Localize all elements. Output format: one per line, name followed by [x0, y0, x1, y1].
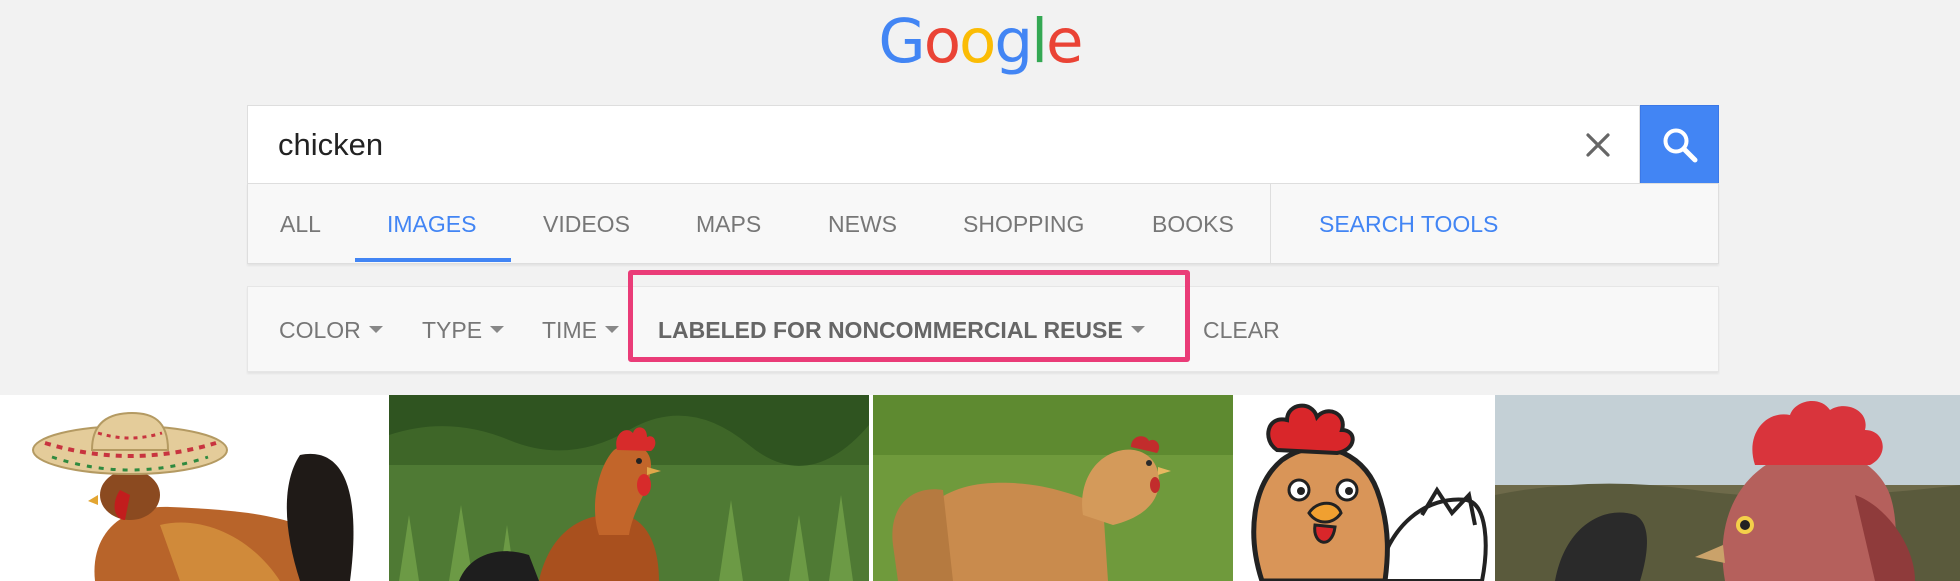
- active-tab-indicator: [355, 258, 511, 262]
- result-image-cartoon-chicken[interactable]: [1237, 395, 1490, 581]
- tab-images[interactable]: IMAGES: [387, 184, 476, 264]
- search-input[interactable]: [278, 106, 1478, 184]
- tab-news[interactable]: NEWS: [828, 184, 897, 264]
- cartoon-chicken-image: [1237, 395, 1490, 581]
- type-filter-label: TYPE: [422, 317, 483, 343]
- tab-maps[interactable]: MAPS: [696, 184, 761, 264]
- logo-letter: g: [994, 6, 1033, 77]
- logo-letter: l: [1031, 6, 1048, 77]
- search-icon: [1663, 128, 1697, 162]
- search-box: [247, 105, 1640, 184]
- clear-search-button[interactable]: [1578, 125, 1618, 165]
- tab-books[interactable]: BOOKS: [1152, 184, 1234, 264]
- logo-letter: e: [1046, 6, 1084, 77]
- time-filter[interactable]: TIME: [542, 287, 619, 373]
- search-button[interactable]: [1640, 105, 1719, 184]
- dropdown-caret-icon: [1130, 326, 1145, 334]
- tab-all[interactable]: ALL: [280, 184, 321, 264]
- rooster-grass-image: [389, 395, 869, 581]
- search-tools-bar: COLOR TYPE TIME LABELED FOR NONCOMMERCIA…: [247, 286, 1719, 372]
- hen-lawn-image: [873, 395, 1233, 581]
- rooster-head-image: [1495, 395, 1960, 581]
- usage-rights-filter[interactable]: LABELED FOR NONCOMMERCIAL REUSE: [658, 287, 1145, 373]
- dropdown-caret-icon: [604, 326, 619, 334]
- google-logo[interactable]: Google: [0, 6, 1960, 78]
- image-results: [0, 395, 1960, 581]
- search-tools-button[interactable]: SEARCH TOOLS: [1319, 184, 1498, 264]
- color-filter[interactable]: COLOR: [279, 287, 383, 373]
- tab-shopping[interactable]: SHOPPING: [963, 184, 1084, 264]
- result-image-rooster-grass[interactable]: [389, 395, 869, 581]
- dropdown-caret-icon: [490, 326, 505, 334]
- type-filter[interactable]: TYPE: [422, 287, 505, 373]
- close-icon: [1586, 133, 1610, 157]
- result-image-rooster-sombrero[interactable]: [0, 395, 384, 581]
- tab-videos[interactable]: VIDEOS: [543, 184, 630, 264]
- rooster-sombrero-image: [0, 395, 384, 581]
- search-tabs: ALL IMAGES VIDEOS MAPS NEWS SHOPPING BOO…: [247, 183, 1719, 264]
- logo-letter: o: [923, 6, 961, 77]
- time-filter-label: TIME: [542, 317, 597, 343]
- logo-letter: o: [959, 6, 996, 77]
- logo-letter: G: [878, 6, 925, 77]
- result-image-hen-lawn[interactable]: [873, 395, 1233, 581]
- tab-divider: [1270, 184, 1271, 264]
- color-filter-label: COLOR: [279, 317, 361, 343]
- result-image-rooster-head[interactable]: [1495, 395, 1960, 581]
- clear-filters-button[interactable]: CLEAR: [1203, 287, 1280, 373]
- usage-rights-label: LABELED FOR NONCOMMERCIAL REUSE: [658, 317, 1123, 343]
- dropdown-caret-icon: [368, 326, 383, 334]
